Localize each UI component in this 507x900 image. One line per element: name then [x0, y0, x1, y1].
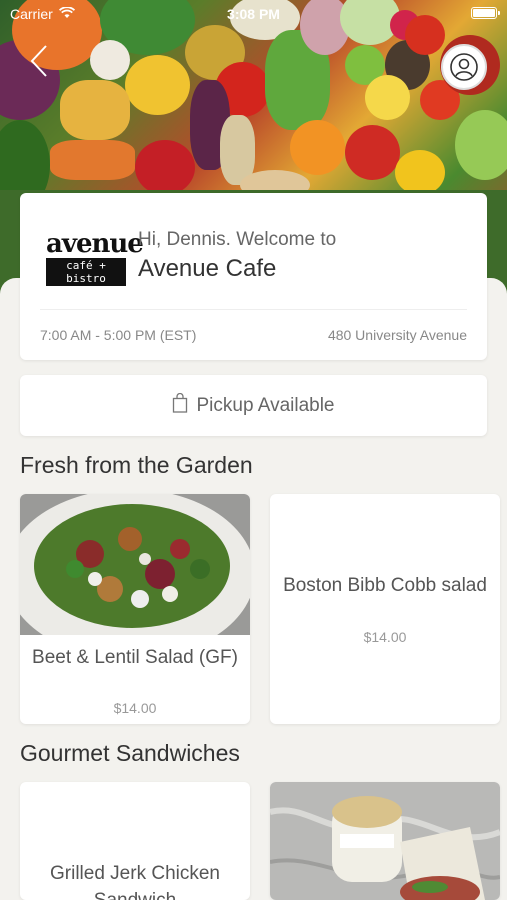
chevron-left-icon[interactable] [26, 44, 54, 78]
cafe-logo: avenue café + bistro [46, 229, 144, 286]
menu-item-card[interactable]: Grilled Jerk Chicken Sandwich [20, 782, 250, 900]
opening-hours: 7:00 AM - 5:00 PM (EST) [40, 327, 197, 343]
battery-icon [471, 7, 500, 19]
logo-word: avenue [46, 229, 144, 259]
user-icon[interactable] [441, 44, 487, 90]
logo-subtitle: café + bistro [46, 258, 126, 286]
pickup-label: Pickup Available [196, 394, 335, 416]
status-bar: Carrier 3:08 PM [0, 0, 507, 28]
salad-image [20, 494, 250, 635]
menu-item-card[interactable]: Beet & Lentil Salad (GF) $14.00 [20, 494, 250, 724]
divider [40, 309, 467, 310]
pickup-button[interactable]: Pickup Available [20, 375, 487, 436]
menu-item-price: $14.00 [363, 629, 407, 645]
cafe-address: 480 University Avenue [327, 327, 467, 343]
menu-item-name: Boston Bibb Cobb salad [283, 575, 487, 596]
wrap-sandwich-image [270, 782, 500, 900]
cafe-info-card: avenue café + bistro Hi, Dennis. Welcome… [20, 193, 487, 360]
greeting-text: Hi, Dennis. Welcome to [138, 229, 337, 250]
menu-item-card[interactable] [270, 782, 500, 900]
menu-item-name: Grilled Jerk Chicken Sandwich [50, 863, 220, 900]
section-title-sandwiches: Gourmet Sandwiches [20, 740, 240, 766]
cafe-name: Avenue Cafe [138, 255, 277, 282]
menu-item-name: Beet & Lentil Salad (GF) [32, 647, 238, 668]
status-time: 3:08 PM [227, 6, 280, 22]
section-title-garden: Fresh from the Garden [20, 452, 253, 478]
menu-item-price: $14.00 [113, 700, 157, 716]
shopping-bag-icon [172, 392, 188, 419]
menu-item-card[interactable]: Boston Bibb Cobb salad $14.00 [270, 494, 500, 724]
